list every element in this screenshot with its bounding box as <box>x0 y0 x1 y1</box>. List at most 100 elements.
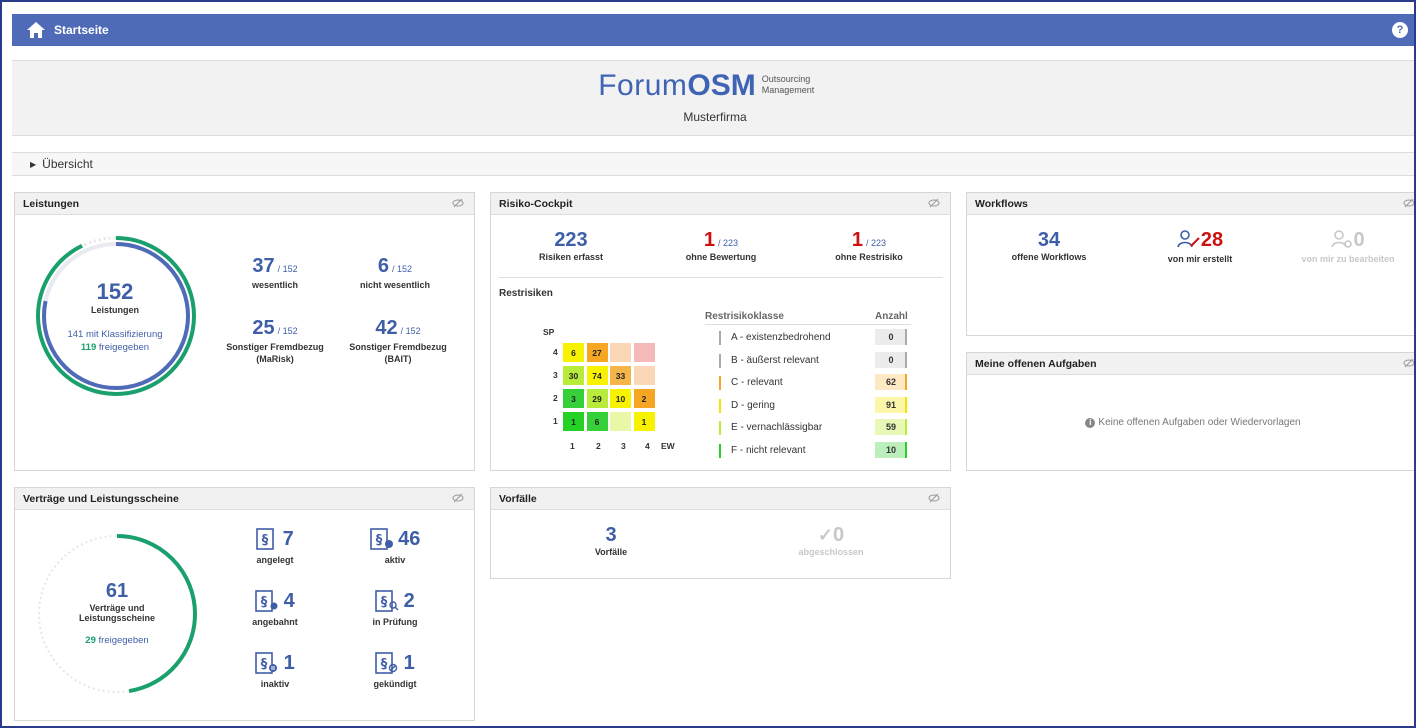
matrix-cell[interactable]: 6 <box>563 343 584 362</box>
panel-title: Meine offenen Aufgaben <box>975 357 1097 370</box>
stat-value: 223 <box>554 229 588 251</box>
divider <box>705 324 911 325</box>
class-count-edge <box>905 396 907 413</box>
contract-inactive-icon: § <box>255 652 279 679</box>
stat-aktiv[interactable]: § 46 aktiv <box>335 528 455 565</box>
class-header: Restrisikoklasse <box>705 311 784 322</box>
divider <box>499 277 943 278</box>
breadcrumb-home[interactable]: Startseite <box>54 23 109 37</box>
matrix-cell[interactable]: 29 <box>586 389 608 408</box>
matrix-cell[interactable] <box>610 343 631 362</box>
vertraege-label-2: Leistungsscheine <box>78 613 156 623</box>
stat-label: Vorfälle <box>594 547 628 557</box>
stat-angelegt[interactable]: § 7 angelegt <box>215 528 335 565</box>
stat-label: nicht wesentlich <box>359 280 430 290</box>
leistungen-classified: 141 mit Klassifizierung <box>67 329 163 340</box>
help-icon[interactable]: ? <box>1392 22 1408 38</box>
class-label: B - äußerst relevant <box>731 354 819 366</box>
restrisiko-class-row[interactable]: C - relevant 62 <box>719 373 919 395</box>
panel-title: Leistungen <box>23 197 80 210</box>
class-color-bar <box>719 421 721 436</box>
home-icon[interactable] <box>26 21 46 39</box>
eye-slash-icon[interactable] <box>1403 198 1415 208</box>
matrix-cell[interactable]: 1 <box>633 412 655 431</box>
matrix-cell[interactable]: 3 <box>563 389 584 408</box>
matrix-cell[interactable]: 27 <box>586 343 608 362</box>
panel-leistungen: Leistungen 152 Leistungen 141 mit Klassi… <box>14 192 475 471</box>
stat-value: 42 <box>375 317 398 339</box>
stat-of: / 152 <box>277 264 298 274</box>
matrix-cell[interactable]: 6 <box>586 412 608 431</box>
stat-value: 6 <box>377 255 390 277</box>
stat-ohne-bewertung[interactable]: 1/ 223 ohne Bewertung <box>661 229 781 262</box>
restrisiko-class-row[interactable]: E - vernachlässigbar 59 <box>719 418 919 440</box>
matrix-cell[interactable]: 30 <box>563 366 584 385</box>
vertraege-label-1: Verträge und <box>89 603 145 613</box>
stat-ohne-restrisiko[interactable]: 1/ 223 ohne Restrisiko <box>809 229 929 262</box>
eye-slash-icon[interactable] <box>928 198 940 208</box>
class-label: D - gering <box>731 399 775 411</box>
matrix-col-label: 3 <box>621 441 626 451</box>
matrix-cell[interactable]: 10 <box>610 389 631 408</box>
stat-label: gekündigt <box>373 679 417 689</box>
stat-label: ohne Bewertung <box>685 252 757 262</box>
panel-vorfaelle: Vorfälle 3 Vorfälle ✓0 abgeschlossen <box>490 487 951 579</box>
stat-wesentlich[interactable]: 37/ 152 wesentlich <box>215 255 335 290</box>
matrix-cell[interactable] <box>610 412 631 431</box>
eye-slash-icon[interactable] <box>452 493 464 503</box>
vertraege-released: 29 freigegeben <box>47 635 187 646</box>
stat-gekuendigt[interactable]: § 1 gekündigt <box>335 652 455 689</box>
stat-in-pruefung[interactable]: § 2 in Prüfung <box>335 590 455 627</box>
matrix-cell[interactable]: 74 <box>586 366 608 385</box>
stat-von-mir-erstellt[interactable]: 28 von mir erstellt <box>1135 229 1265 264</box>
class-count-edge <box>905 442 907 458</box>
panel-header: Vorfälle <box>491 488 950 510</box>
stat-fremdbezug-bait[interactable]: 42/ 152 Sonstiger Fremdbezug (BAIT) <box>333 317 463 364</box>
stat-fremdbezug-marisk[interactable]: 25/ 152 Sonstiger Fremdbezug (MaRisk) <box>210 317 340 364</box>
class-count-value: 0 <box>888 332 894 342</box>
stat-value: 1 <box>703 229 716 251</box>
restrisiko-class-row[interactable]: D - gering 91 <box>719 396 919 418</box>
matrix-cell[interactable]: 33 <box>610 366 631 385</box>
restrisiko-class-list: A - existenzbedrohend 0 B - äußerst releva… <box>719 328 919 468</box>
panel-header: Leistungen <box>15 193 474 215</box>
stat-of: / 223 <box>718 238 739 248</box>
stat-abgeschlossen[interactable]: ✓0 abgeschlossen <box>761 524 901 557</box>
restrisiko-class-row[interactable]: A - existenzbedrohend 0 <box>719 328 919 350</box>
restrisiko-class-row[interactable]: F - nicht relevant 10 <box>719 441 919 463</box>
stat-nicht-wesentlich[interactable]: 6/ 152 nicht wesentlich <box>335 255 455 290</box>
overview-toggle[interactable]: ▶ Übersicht <box>12 152 1414 176</box>
class-color-bar <box>719 444 721 458</box>
svg-text:§: § <box>375 533 382 548</box>
stat-inaktiv[interactable]: § 1 inaktiv <box>215 652 335 689</box>
matrix-cell[interactable]: 2 <box>633 389 655 408</box>
eye-slash-icon[interactable] <box>1403 358 1415 368</box>
stat-risiken-erfasst[interactable]: 223 Risiken erfasst <box>511 229 631 262</box>
stat-value: 1 <box>851 229 864 251</box>
stat-angebahnt[interactable]: § 4 angebahnt <box>215 590 335 627</box>
stat-von-mir-zu-bearbeiten[interactable]: 0 von mir zu bearbeiten <box>1283 229 1413 264</box>
eye-slash-icon[interactable] <box>928 493 940 503</box>
stat-vorfaelle[interactable]: 3 Vorfälle <box>551 524 671 557</box>
stat-label: Risiken erfasst <box>538 252 604 262</box>
matrix-cell[interactable] <box>633 366 655 385</box>
stat-of: / 152 <box>392 264 413 274</box>
contract-icon: § <box>256 528 275 555</box>
leistungen-total-label: Leistungen <box>90 305 139 315</box>
panel-title: Vorfälle <box>499 492 537 505</box>
class-count: 0 <box>875 329 907 345</box>
matrix-row-label: 3 <box>553 370 558 380</box>
stat-value: 1 <box>403 652 415 674</box>
stat-label: offene Workflows <box>1011 252 1087 262</box>
stat-offene-workflows[interactable]: 34 offene Workflows <box>989 229 1109 262</box>
logo: Forum OSM Outsourcing Management <box>12 69 1414 103</box>
panel-title: Verträge und Leistungsscheine <box>23 492 179 505</box>
restrisiko-class-row[interactable]: B - äußerst relevant 0 <box>719 351 919 373</box>
eye-slash-icon[interactable] <box>452 198 464 208</box>
logo-sub-line2: Management <box>761 85 815 95</box>
svg-text:§: § <box>262 533 269 548</box>
matrix-cell[interactable] <box>633 343 655 362</box>
matrix-cell[interactable]: 1 <box>563 412 584 431</box>
check-icon: ✓ <box>817 525 833 545</box>
vertraege-released-text: freigegeben <box>95 635 149 646</box>
